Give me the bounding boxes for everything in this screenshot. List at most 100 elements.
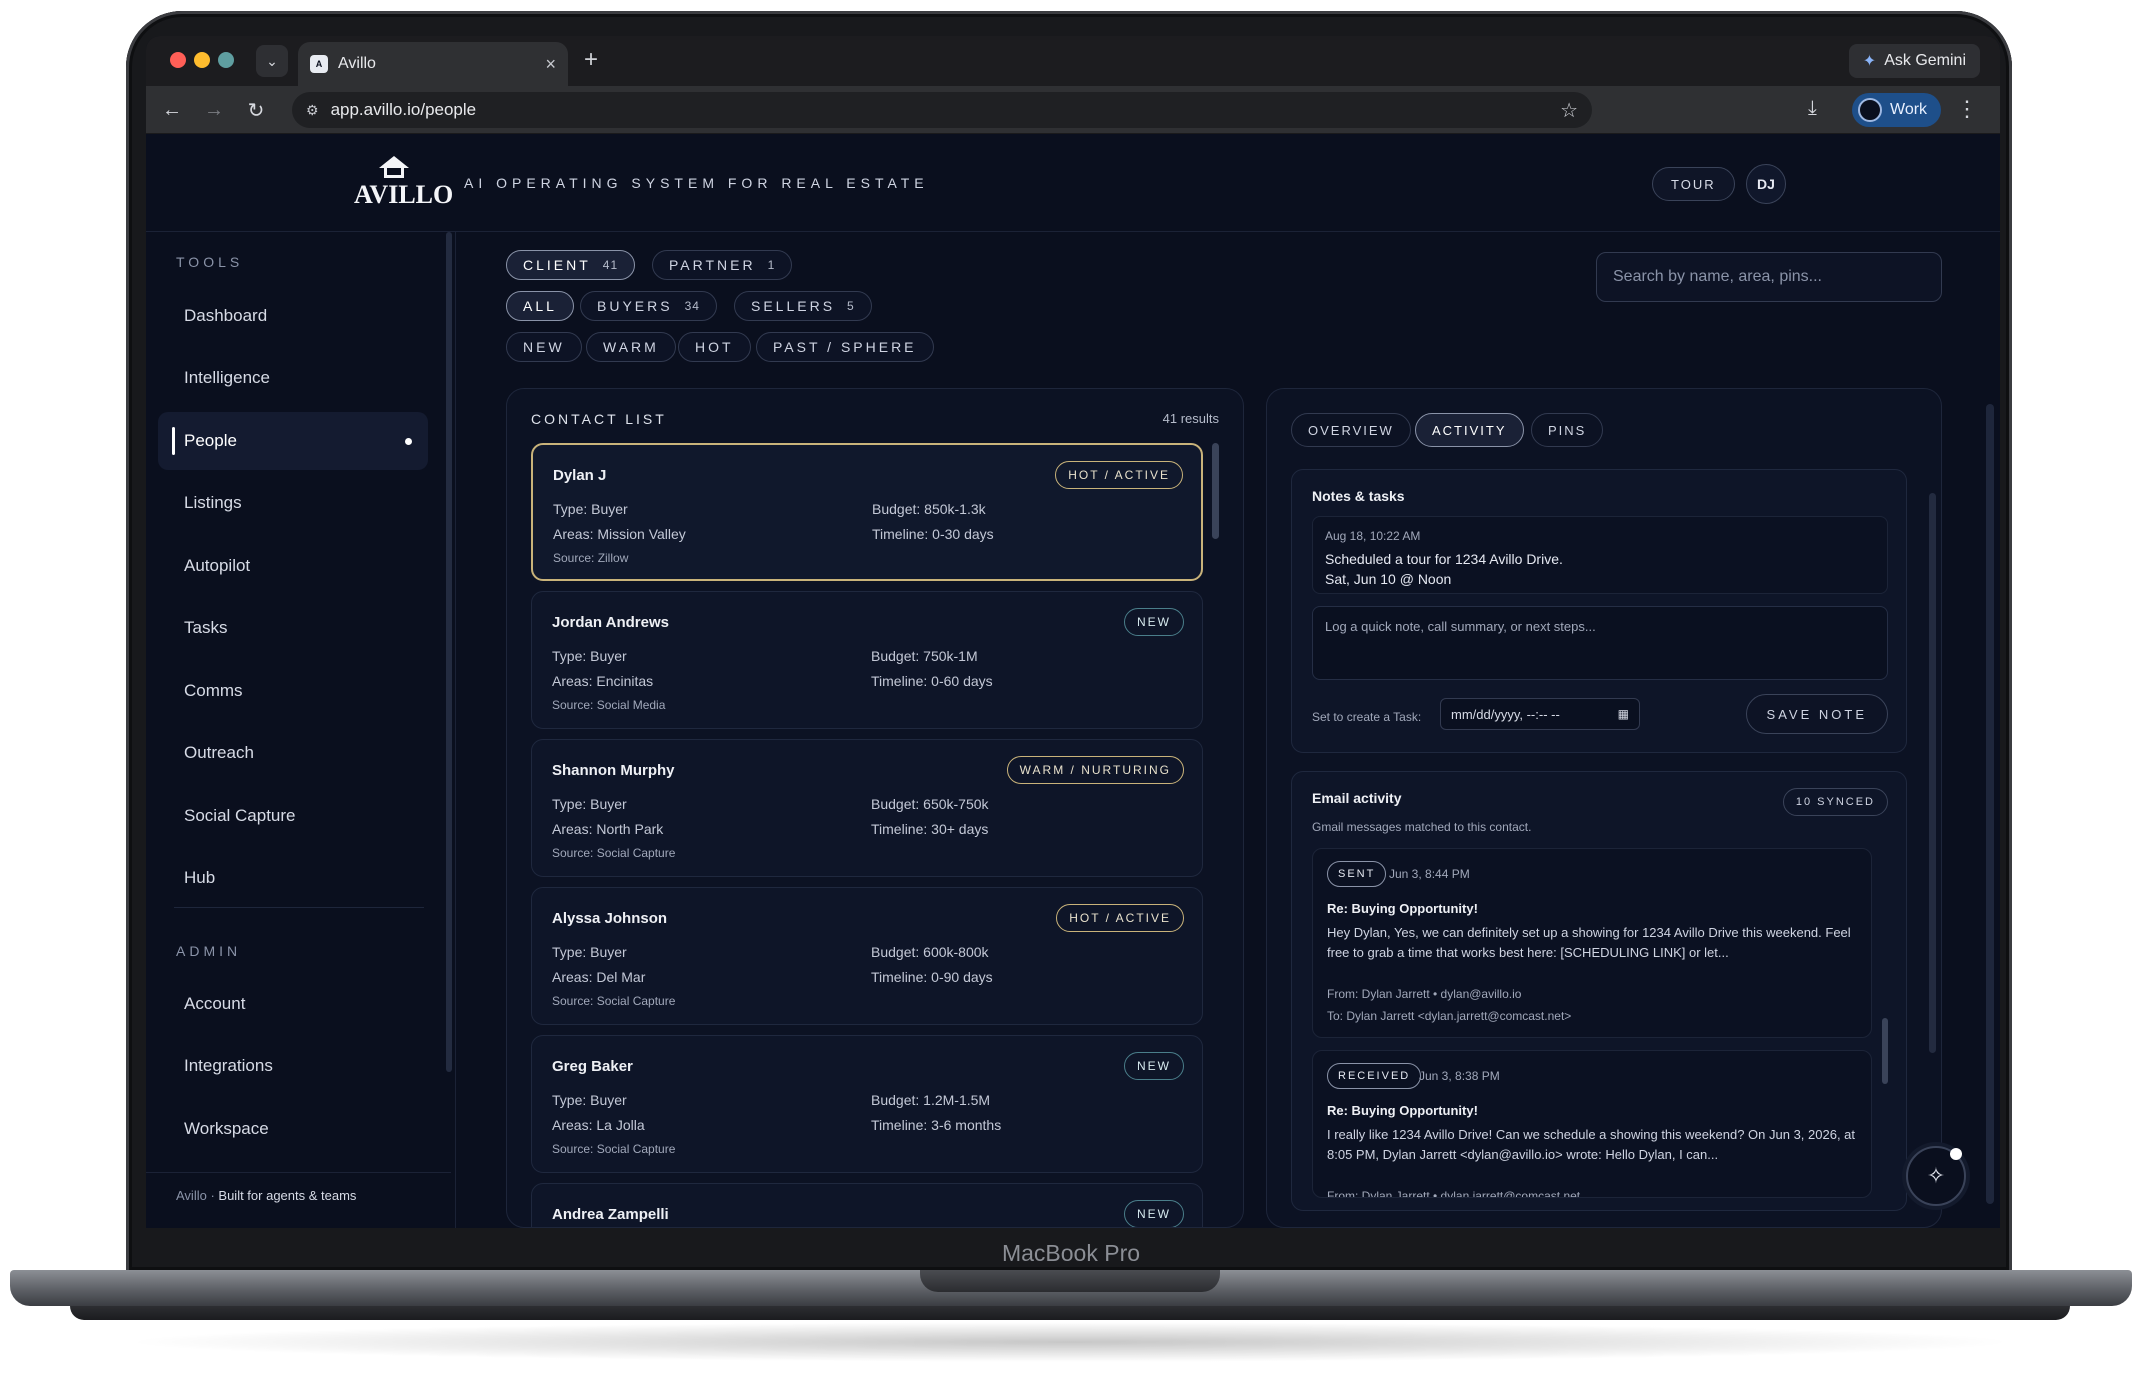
close-icon[interactable]: × (545, 54, 556, 75)
notes-tasks-card: Notes & tasks Aug 18, 10:22 AM Scheduled… (1291, 469, 1907, 753)
site-info-icon[interactable]: ⚙ (306, 102, 319, 119)
back-icon[interactable]: ← (158, 96, 186, 124)
tab-activity[interactable]: ACTIVITY (1415, 413, 1524, 447)
ai-assistant-button[interactable]: ✧ (1906, 1146, 1966, 1206)
calendar-icon[interactable]: ▦ (1618, 707, 1629, 721)
sidebar-item-dashboard[interactable]: Dashboard (158, 287, 428, 345)
contact-source: Source: Social Capture (552, 994, 676, 1008)
ask-gemini-button[interactable]: ✦ Ask Gemini (1848, 44, 1980, 78)
email-scrollbar[interactable] (1882, 1018, 1888, 1084)
window-close-button[interactable] (170, 52, 186, 68)
contact-name: Alyssa Johnson (552, 910, 668, 927)
screen: ⌄ A Avillo × + ✦ Ask Gemini ← → ↻ ⚙ app.… (146, 36, 2000, 1228)
contact-card-greg-baker[interactable]: Greg Baker NEW Type: Buyer Areas: La Jol… (531, 1035, 1203, 1173)
sidebar-item-integrations[interactable]: Integrations (158, 1037, 428, 1095)
avillo-logo[interactable]: AVILLO (354, 156, 453, 212)
contact-card-alyssa-johnson[interactable]: Alyssa Johnson HOT / ACTIVE Type: Buyer … (531, 887, 1203, 1025)
sidebar: TOOLS Dashboard Intelligence People List… (146, 232, 456, 1228)
task-datetime-input[interactable]: mm/dd/yyyy, --:-- -- ▦ (1440, 698, 1640, 730)
laptop-shadow (120, 1322, 2020, 1362)
contact-card-dylan-j[interactable]: Dylan J HOT / ACTIVE Type: Buyer Areas: … (531, 443, 1203, 581)
url-text[interactable]: app.avillo.io/people (331, 100, 1549, 120)
chip-count: 5 (847, 299, 855, 313)
sidebar-item-tasks[interactable]: Tasks (158, 599, 428, 657)
email-time: Jun 3, 8:38 PM (1419, 1069, 1500, 1083)
admin-section-label: ADMIN (176, 943, 242, 959)
filter-partner[interactable]: PARTNER 1 (652, 250, 793, 280)
profile-label: Work (1890, 101, 1928, 118)
profile-button[interactable]: Work (1852, 93, 1942, 127)
contact-type: Type: Buyer (552, 796, 627, 812)
contact-card-jordan-andrews[interactable]: Jordan Andrews NEW Type: Buyer Areas: En… (531, 591, 1203, 729)
tab-search-button[interactable]: ⌄ (256, 45, 288, 77)
sidebar-item-social-capture[interactable]: Social Capture (158, 787, 428, 845)
app-header: AVILLO AI OPERATING SYSTEM FOR REAL ESTA… (146, 134, 2000, 232)
sparkle-icon: ✧ (1926, 1163, 1946, 1188)
filter-client[interactable]: CLIENT 41 (506, 250, 636, 280)
detail-scrollbar[interactable] (1929, 493, 1936, 1053)
sidebar-item-workspace[interactable]: Workspace (158, 1100, 428, 1158)
sidebar-item-account[interactable]: Account (158, 975, 428, 1033)
window-minimize-button[interactable] (194, 52, 210, 68)
new-tab-button[interactable]: + (584, 46, 598, 74)
filter-warm[interactable]: WARM (586, 332, 676, 362)
reload-icon[interactable]: ↻ (242, 96, 270, 124)
filter-all[interactable]: ALL (506, 291, 574, 321)
laptop-brand-label: MacBook Pro (1001, 1240, 1141, 1266)
note-text-line: Scheduled a tour for 1234 Avillo Drive. (1325, 551, 1563, 567)
status-badge: WARM / NURTURING (1006, 756, 1184, 784)
save-note-button[interactable]: SAVE NOTE (1745, 694, 1888, 734)
sidebar-item-people[interactable]: People (158, 412, 428, 470)
filter-buyers[interactable]: BUYERS 34 (580, 291, 717, 321)
tab-overview[interactable]: OVERVIEW (1291, 413, 1411, 447)
bookmark-star-icon[interactable]: ☆ (1560, 98, 1578, 123)
forward-icon[interactable]: → (200, 96, 228, 124)
note-text-line: Sat, Jun 10 @ Noon (1325, 571, 1452, 587)
chip-label: CLIENT (523, 257, 591, 273)
active-indicator (172, 427, 175, 455)
note-input[interactable] (1312, 606, 1888, 680)
filter-past-sphere[interactable]: PAST / SPHERE (756, 332, 934, 362)
house-icon (379, 156, 409, 178)
contact-source: Source: Social Media (552, 698, 666, 712)
tab-pins[interactable]: PINS (1531, 413, 1604, 447)
sidebar-item-listings[interactable]: Listings (158, 474, 428, 532)
contact-timeline: Timeline: 0-90 days (871, 969, 993, 985)
contact-budget: Budget: 600k-800k (871, 944, 989, 960)
contact-timeline: Timeline: 3-6 months (871, 1117, 1002, 1133)
ask-gemini-label: Ask Gemini (1884, 52, 1966, 69)
contact-card-shannon-murphy[interactable]: Shannon Murphy WARM / NURTURING Type: Bu… (531, 739, 1203, 877)
contact-list-scrollbar[interactable] (1212, 443, 1219, 539)
page-scrollbar[interactable] (1986, 404, 1994, 1204)
email-title: Email activity (1312, 790, 1402, 806)
contact-budget: Budget: 750k-1M (871, 648, 978, 664)
download-icon[interactable]: ⤓ (1808, 97, 1817, 120)
contact-areas: Areas: Del Mar (552, 969, 646, 985)
contact-list-panel: CONTACT LIST 41 results Dylan J HOT / AC… (506, 388, 1244, 1228)
sidebar-item-hub[interactable]: Hub (158, 849, 428, 907)
contact-card-andrea-zampelli[interactable]: Andrea Zampelli NEW (531, 1183, 1203, 1227)
email-item[interactable]: SENT Jun 3, 8:44 PM Re: Buying Opportuni… (1312, 848, 1872, 1038)
browser-menu-icon[interactable]: ⋮ (1956, 96, 1978, 122)
sidebar-divider (174, 907, 424, 908)
status-badge: NEW (1124, 608, 1184, 636)
sidebar-item-autopilot[interactable]: Autopilot (158, 537, 428, 595)
email-subject: Re: Buying Opportunity! (1327, 1103, 1478, 1118)
sidebar-item-outreach[interactable]: Outreach (158, 724, 428, 782)
user-avatar[interactable]: DJ (1746, 164, 1786, 204)
filter-hot[interactable]: HOT (678, 332, 751, 362)
window-zoom-button[interactable] (218, 52, 234, 68)
filter-new[interactable]: NEW (506, 332, 582, 362)
laptop-notch (920, 1270, 1220, 1292)
email-time: Jun 3, 8:44 PM (1389, 867, 1470, 881)
tour-button[interactable]: TOUR (1652, 167, 1735, 201)
sidebar-item-comms[interactable]: Comms (158, 662, 428, 720)
email-item[interactable]: RECEIVED Jun 3, 8:38 PM Re: Buying Oppor… (1312, 1050, 1872, 1198)
sidebar-item-intelligence[interactable]: Intelligence (158, 349, 428, 407)
filter-sellers[interactable]: SELLERS 5 (734, 291, 872, 321)
browser-tab-avillo[interactable]: A Avillo × (298, 42, 568, 86)
chip-label: NEW (523, 339, 565, 355)
address-bar[interactable]: ⚙ app.avillo.io/people ☆ (292, 92, 1592, 128)
sidebar-scrollbar[interactable] (446, 232, 452, 1072)
search-input[interactable] (1596, 252, 1942, 302)
